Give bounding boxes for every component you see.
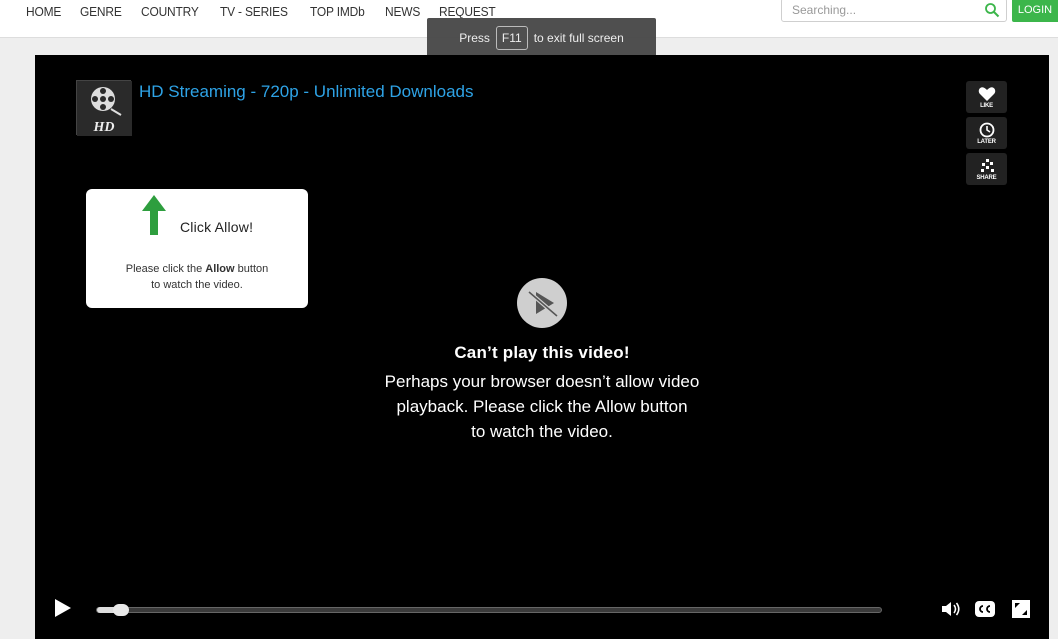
video-title[interactable]: HD Streaming - 720p - Unlimited Download… [139,82,473,102]
share-icon [980,158,994,172]
no-play-icon [517,278,567,328]
allow-prompt-box: Click Allow! Please click the Allow butt… [86,189,308,308]
progress-handle[interactable] [112,604,129,616]
side-actions: LIKE LATER SHARE [966,81,1007,189]
video-player[interactable]: HD HD Streaming - 720p - Unlimited Downl… [35,55,1049,639]
toast-key: F11 [495,26,528,50]
playback-error-message: Can’t play this video! Perhaps your brow… [335,278,749,444]
captions-icon[interactable] [974,599,996,619]
nav-genre[interactable]: GENRE [80,4,122,19]
play-icon[interactable] [52,598,72,618]
share-label: SHARE [976,174,997,181]
search-icon[interactable] [984,2,1000,18]
allow-heading: Click Allow! [180,219,254,235]
fullscreen-exit-toast: Press F11 to exit full screen [427,18,656,58]
allow-body: Please click the Allow button to watch t… [86,261,308,293]
player-controls [40,592,1044,625]
progress-bar[interactable] [96,604,882,616]
watch-later-button[interactable]: LATER [966,117,1007,149]
later-label: LATER [977,138,996,145]
toast-suffix: to exit full screen [533,31,624,45]
volume-icon[interactable] [940,599,962,619]
search-input[interactable] [782,0,972,21]
share-button[interactable]: SHARE [966,153,1007,185]
error-heading: Can’t play this video! [454,343,630,362]
allow-body-line2: to watch the video. [151,279,243,291]
nav-tv-series[interactable]: TV - SERIES [220,4,288,19]
toast-prefix: Press [459,31,490,45]
like-button[interactable]: LIKE [966,81,1007,113]
allow-body-post: button [234,263,269,275]
fullscreen-icon[interactable] [1010,599,1032,619]
nav-home[interactable]: HOME [26,4,61,19]
allow-body-pre: Please click the [125,263,206,275]
film-reel-icon: HD [77,81,132,136]
arrow-up-icon [142,195,166,235]
nav-top-imdb[interactable]: TOP IMDb [310,4,365,19]
search-box [781,0,1007,22]
login-button[interactable]: LOGIN [1012,0,1058,22]
heart-icon [978,86,995,101]
error-line-3: to watch the video. [471,422,613,441]
like-label: LIKE [980,102,993,109]
video-thumbnail: HD [76,80,132,136]
thumb-hd-label: HD [93,120,115,135]
nav-request[interactable]: REQUEST [439,4,496,19]
nav-country[interactable]: COUNTRY [141,4,199,19]
error-line-1: Perhaps your browser doesn’t allow video [384,372,700,391]
nav-news[interactable]: NEWS [385,4,420,19]
error-line-2: playback. Please click the Allow button [396,397,688,416]
allow-body-bold: Allow [205,263,235,275]
clock-icon [979,122,994,137]
